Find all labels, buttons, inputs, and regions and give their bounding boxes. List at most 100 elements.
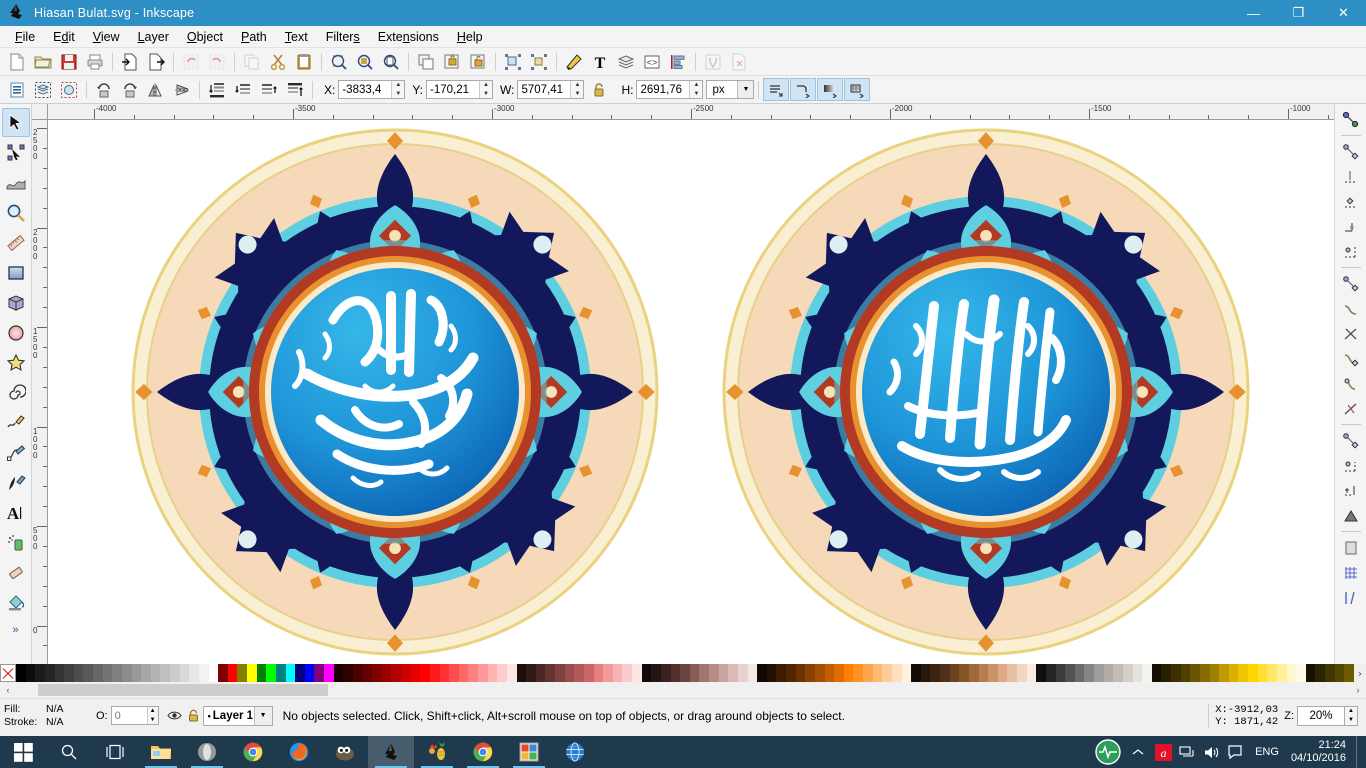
palette-swatch[interactable]: [612, 664, 623, 682]
start-button[interactable]: [0, 736, 46, 768]
snap-rotation-centers-toggle[interactable]: [1338, 453, 1364, 478]
palette-swatch[interactable]: [179, 664, 190, 682]
snap-text-baseline-toggle[interactable]: [1338, 478, 1364, 503]
palette-swatch[interactable]: [824, 664, 835, 682]
palette-swatch[interactable]: [247, 664, 257, 682]
scrollbar-thumb[interactable]: [38, 684, 328, 696]
flip-horizontal-button[interactable]: [143, 78, 169, 102]
x-spin-arrows[interactable]: ▲ ▼: [391, 81, 405, 98]
palette-swatch[interactable]: [83, 664, 93, 682]
palette-swatch[interactable]: [891, 664, 902, 682]
palette-swatch[interactable]: [362, 664, 373, 682]
preferences-button[interactable]: [700, 50, 726, 74]
taskbar-firefox[interactable]: [276, 736, 322, 768]
palette-swatch[interactable]: [256, 664, 267, 682]
menu-edit[interactable]: Edit: [44, 28, 84, 46]
palette-swatch[interactable]: [1103, 664, 1114, 682]
palette-swatch[interactable]: [940, 664, 950, 682]
zoom-page-button[interactable]: [378, 50, 404, 74]
palette-swatch[interactable]: [757, 664, 767, 682]
palette-swatch[interactable]: [1180, 664, 1191, 682]
palette-swatch[interactable]: [121, 664, 132, 682]
palette-swatch[interactable]: [555, 664, 565, 682]
taskbar-photo-app[interactable]: [506, 736, 552, 768]
y-position-input[interactable]: [427, 81, 480, 98]
palette-swatch[interactable]: [439, 664, 450, 682]
snap-nodes-toggle[interactable]: [1338, 271, 1364, 296]
snap-bbox-edge-midpoints-toggle[interactable]: [1338, 214, 1364, 239]
scale-rounded-corners-toggle[interactable]: [790, 78, 817, 101]
xml-editor-button[interactable]: <>: [639, 50, 665, 74]
width-input[interactable]: [518, 81, 571, 98]
cut-button[interactable]: [265, 50, 291, 74]
palette-swatch[interactable]: [285, 664, 296, 682]
language-indicator[interactable]: ENG: [1247, 746, 1287, 758]
zoom-control[interactable]: Z: 20% ▲ ▼: [1284, 705, 1366, 726]
chevron-down-icon[interactable]: ▼: [253, 706, 272, 725]
palette-swatch[interactable]: [1065, 664, 1075, 682]
palette-swatch[interactable]: [1045, 664, 1056, 682]
palette-swatch[interactable]: [237, 664, 247, 682]
network-icon[interactable]: [1175, 736, 1199, 768]
palette-swatch[interactable]: [1199, 664, 1210, 682]
lock-aspect-ratio-icon[interactable]: [586, 78, 612, 102]
lock-icon[interactable]: [185, 704, 203, 728]
x-position-input[interactable]: [339, 81, 392, 98]
palette-swatch[interactable]: [468, 664, 478, 682]
palette-swatch[interactable]: [141, 664, 151, 682]
palette-swatch[interactable]: [747, 664, 758, 682]
palette-swatch[interactable]: [381, 664, 392, 682]
palette-swatch[interactable]: [497, 664, 507, 682]
height-field[interactable]: ▲▼: [636, 80, 704, 99]
select-all-layers-button[interactable]: [30, 78, 56, 102]
taskbar-inkscape[interactable]: [368, 736, 414, 768]
palette-swatch[interactable]: [1026, 664, 1037, 682]
redo-button[interactable]: [204, 50, 230, 74]
palette-swatch[interactable]: [516, 664, 527, 682]
palette-swatch[interactable]: [410, 664, 421, 682]
snap-path-intersections-toggle[interactable]: [1338, 321, 1364, 346]
maximize-button[interactable]: ❐: [1276, 0, 1321, 26]
palette-swatch[interactable]: [16, 664, 26, 682]
undo-button[interactable]: [178, 50, 204, 74]
palette-swatch[interactable]: [1190, 664, 1200, 682]
print-document-button[interactable]: [82, 50, 108, 74]
duplicate-button[interactable]: [413, 50, 439, 74]
palette-swatch[interactable]: [882, 664, 892, 682]
zoom-spin-arrows[interactable]: ▲ ▼: [1345, 705, 1358, 726]
lower-one-step-button[interactable]: [230, 78, 256, 102]
text-and-font-button[interactable]: T: [587, 50, 613, 74]
opacity-spin-up[interactable]: ▲: [148, 707, 158, 716]
palette-swatch[interactable]: [959, 664, 969, 682]
palette-swatch[interactable]: [352, 664, 363, 682]
task-view-button[interactable]: [92, 736, 138, 768]
palette-swatch[interactable]: [343, 664, 353, 682]
palette-swatch[interactable]: [1017, 664, 1027, 682]
palette-swatch[interactable]: [1257, 664, 1268, 682]
snap-bbox-centers-toggle[interactable]: [1338, 239, 1364, 264]
palette-swatch[interactable]: [1113, 664, 1123, 682]
opacity-spin-down[interactable]: ▼: [148, 716, 158, 725]
vertical-ruler[interactable]: 2500 2000 1500 1000 500 0: [32, 104, 48, 664]
taskbar-opera[interactable]: [184, 736, 230, 768]
palette-swatch[interactable]: [1305, 664, 1316, 682]
ungroup-button[interactable]: [526, 50, 552, 74]
show-desktop-button[interactable]: [1356, 736, 1362, 768]
paint-bucket-tool[interactable]: [2, 588, 30, 617]
palette-swatch[interactable]: [429, 664, 440, 682]
taskbar-chrome[interactable]: [230, 736, 276, 768]
palette-swatch[interactable]: [1267, 664, 1277, 682]
menu-filters[interactable]: Filters: [317, 28, 369, 46]
palette-swatch[interactable]: [997, 664, 1008, 682]
snap-bbox-corners-toggle[interactable]: [1338, 189, 1364, 214]
raise-one-step-button[interactable]: [256, 78, 282, 102]
palette-swatch[interactable]: [73, 664, 84, 682]
palette-swatch[interactable]: [295, 664, 305, 682]
color-palette[interactable]: ›: [0, 664, 1366, 682]
x-spin-up[interactable]: ▲: [392, 81, 404, 90]
palette-swatch[interactable]: [641, 664, 652, 682]
palette-swatch[interactable]: [35, 664, 45, 682]
zoom-spin-up[interactable]: ▲: [1345, 707, 1357, 716]
palette-swatch[interactable]: [583, 664, 594, 682]
deselect-button[interactable]: [56, 78, 82, 102]
